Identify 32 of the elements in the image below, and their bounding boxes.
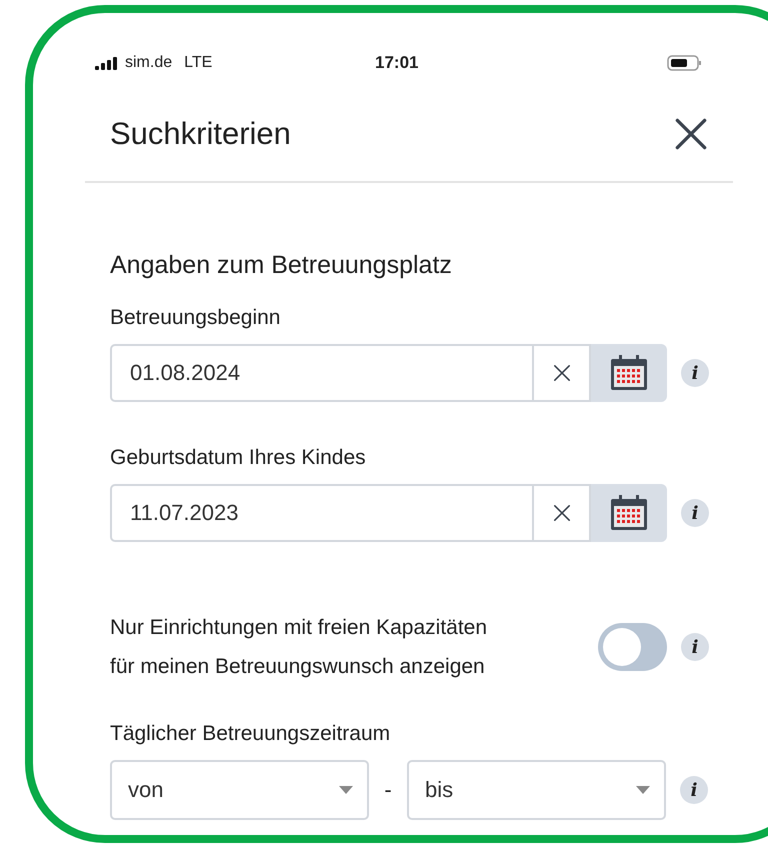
caret-icon — [636, 786, 650, 794]
info-icon[interactable]: i — [681, 359, 709, 387]
clear-button[interactable] — [534, 484, 591, 542]
calendar-button[interactable] — [591, 344, 667, 402]
date-input[interactable]: 01.08.2024 — [110, 344, 534, 402]
to-select[interactable]: bis — [407, 760, 666, 820]
from-select[interactable]: von — [110, 760, 369, 820]
clear-button[interactable] — [534, 344, 591, 402]
calendar-button[interactable] — [591, 484, 667, 542]
section-heading: Angaben zum Betreuungsplatz — [110, 251, 453, 280]
calendar-icon — [610, 495, 648, 531]
caret-icon — [339, 786, 353, 794]
info-icon[interactable]: i — [680, 776, 708, 804]
battery-icon — [667, 55, 703, 71]
field-label: Geburtsdatum Ihres Kindes — [110, 446, 367, 470]
calendar-icon — [610, 355, 648, 391]
close-icon — [552, 364, 570, 382]
info-icon[interactable]: i — [681, 633, 709, 661]
signal-icon — [95, 56, 119, 70]
field-label: Betreuungsbeginn — [110, 306, 282, 330]
info-icon[interactable]: i — [681, 499, 709, 527]
close-icon — [674, 116, 708, 150]
close-icon — [552, 504, 570, 522]
network-type: LTE — [184, 54, 212, 72]
modal-title: Suchkriterien — [110, 116, 291, 152]
toggle-switch[interactable] — [598, 623, 667, 671]
date-input[interactable]: 11.07.2023 — [110, 484, 534, 542]
field-label: Täglicher Betreuungszeitraum — [110, 722, 392, 746]
toggle-label: Nur Einrichtungen mit freien Kapazitäten für meinen Betreuungswunsch anzeigen — [110, 615, 488, 680]
carrier-name: sim.de — [125, 54, 172, 72]
status-time: 17:01 — [375, 53, 418, 73]
range-separator: - — [383, 777, 393, 803]
